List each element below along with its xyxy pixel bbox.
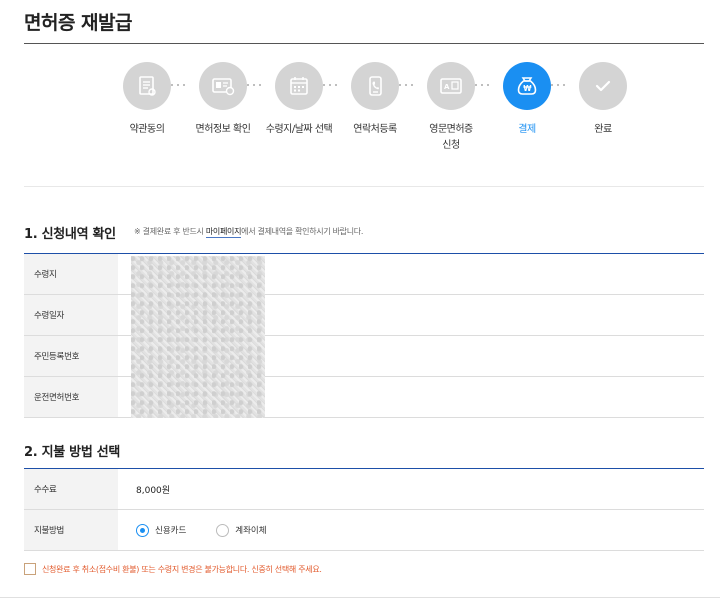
section-divider <box>24 186 704 187</box>
radio-credit-card[interactable]: 신용카드 <box>136 523 187 537</box>
section-title-payment: 2. 지불 방법 선택 <box>24 445 121 460</box>
license-card-icon <box>199 62 247 110</box>
svg-text:₩: ₩ <box>523 84 532 93</box>
row-label-method: 지불방법 <box>24 510 118 550</box>
english-license-icon: A <box>427 62 475 110</box>
mypage-link[interactable]: 마이페이지 <box>205 227 241 238</box>
agreement-checkbox[interactable] <box>24 563 36 575</box>
phone-icon <box>351 62 399 110</box>
document-icon <box>123 62 171 110</box>
agreement: 신청완료 후 취소(접수비 환불) 또는 수령지 변경은 불가능합니다. 신중히… <box>24 563 322 575</box>
bottom-divider <box>0 597 720 598</box>
row-value-fee: 8,000원 <box>136 485 171 496</box>
payment-table: 수수료 8,000원 지불방법 신용카드 계좌이체 <box>24 468 704 551</box>
row-label-fee: 수수료 <box>24 469 118 509</box>
table-row: 수수료 8,000원 <box>24 469 704 510</box>
check-icon <box>579 62 627 110</box>
svg-text:A: A <box>444 83 450 91</box>
radio-indicator[interactable] <box>216 523 230 537</box>
table-row: 수령일자 <box>24 295 704 336</box>
row-label-pickup-date: 수령일자 <box>24 295 118 335</box>
progress-stepper: 약관동의 면허정보 확인 수령지/날짜 선택 연락처등록 A 영문면허증 신청 … <box>102 62 642 162</box>
radio-indicator[interactable] <box>136 523 149 537</box>
title-divider <box>24 43 704 44</box>
row-label-license-number: 운전면허번호 <box>24 377 118 417</box>
note-prefix: ※ 결제완료 후 반드시 <box>134 227 206 236</box>
row-label-resident-number: 주민등록번호 <box>24 336 118 376</box>
calendar-icon <box>275 62 323 110</box>
application-table: 수령지 수령일자 주민등록번호 운전면허번호 <box>24 253 704 418</box>
table-row: 주민등록번호 <box>24 336 704 377</box>
payment-method-options: 신용카드 계좌이체 <box>118 510 704 550</box>
radio-label: 계좌이체 <box>235 526 267 536</box>
table-row: 지불방법 신용카드 계좌이체 <box>24 510 704 551</box>
radio-label: 신용카드 <box>155 526 187 536</box>
redacted-values <box>131 256 265 418</box>
step-label: 완료 <box>594 124 612 135</box>
row-label-pickup-place: 수령지 <box>24 254 118 294</box>
payment-bag-icon: ₩ <box>503 62 551 110</box>
table-row: 수령지 <box>24 254 704 295</box>
table-row: 운전면허번호 <box>24 377 704 418</box>
note-suffix: 에서 결제내역을 확인하시기 바랍니다. <box>241 227 364 236</box>
agreement-text: 신청완료 후 취소(접수비 환불) 또는 수령지 변경은 불가능합니다. 신중히… <box>42 564 322 574</box>
section-note: ※ 결제완료 후 반드시 마이페이지에서 결제내역을 확인하시기 바랍니다. <box>134 226 364 238</box>
step-complete: 완료 <box>558 62 648 138</box>
page-title: 면허증 재발급 <box>24 12 133 34</box>
radio-bank-transfer[interactable]: 계좌이체 <box>216 523 267 537</box>
section-title-application: 1. 신청내역 확인 <box>24 227 116 242</box>
